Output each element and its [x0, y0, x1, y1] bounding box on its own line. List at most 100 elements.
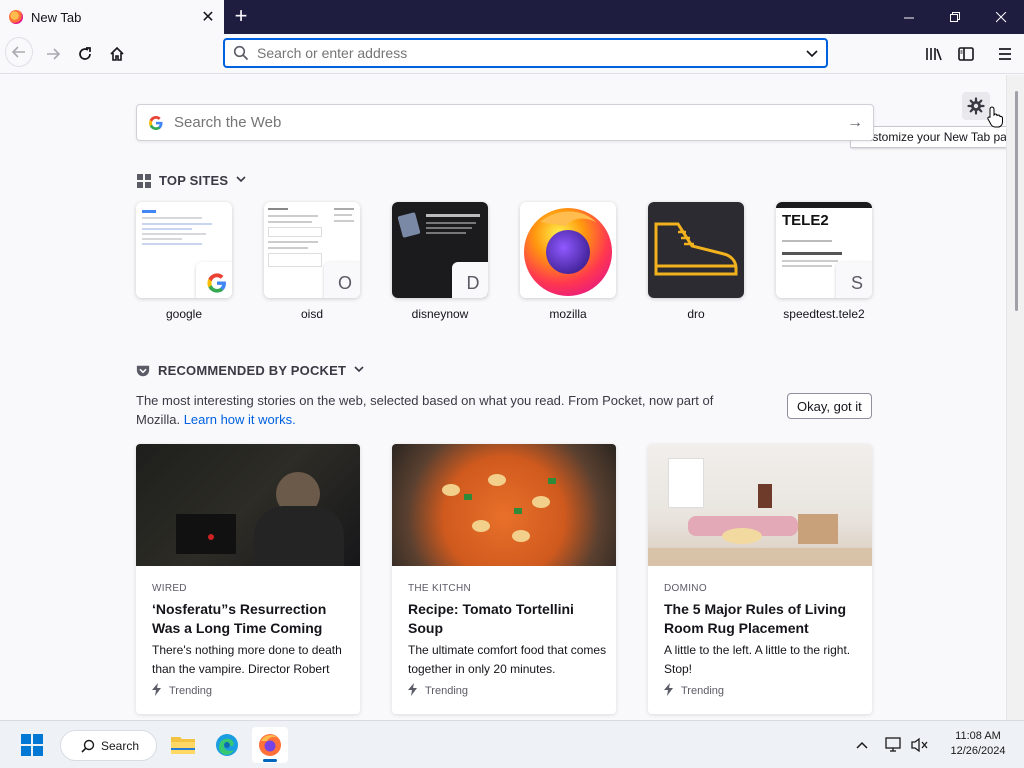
lightning-bolt-icon [152, 683, 161, 699]
clock-date: 12/26/2024 [950, 745, 1006, 757]
top-site-label: oisd [300, 307, 323, 321]
address-input[interactable] [257, 45, 797, 61]
taskbar-clock[interactable]: 11:08 AM 12/26/2024 [940, 729, 1016, 759]
trending-indicator: Trending [152, 683, 212, 699]
edge-browser-button[interactable] [209, 727, 245, 763]
windows-taskbar: Search 11:08 AM 12/26/2024 [0, 720, 1024, 768]
story-card[interactable]: WIRED ‘Nosferatu”s Resurrection Was a Lo… [136, 444, 360, 714]
story-excerpt: The ultimate comfort food that comes tog… [408, 643, 607, 676]
story-source: THE KITCHN [408, 583, 471, 594]
collapse-chevron-icon[interactable] [236, 174, 246, 187]
trending-indicator: Trending [664, 683, 724, 699]
learn-how-link[interactable]: Learn how it works. [184, 412, 296, 427]
top-site-tile[interactable]: mozilla [520, 202, 616, 321]
site-thumbnail: D [392, 202, 488, 298]
customize-button[interactable] [962, 92, 990, 120]
folder-icon [171, 737, 195, 754]
top-site-label: dro [687, 307, 705, 321]
tab-strip: New Tab ✕ + [0, 0, 1024, 34]
hamburger-menu-icon [999, 48, 1011, 60]
site-thumbnail [520, 202, 616, 298]
firefox-taskbar-button[interactable] [252, 727, 288, 763]
pocket-icon [136, 365, 150, 376]
edge-logo-icon [216, 734, 238, 756]
back-arrow-icon [11, 46, 25, 58]
story-headline: Recipe: Tomato Tortellini Soup [408, 601, 574, 636]
mouse-pointer-icon [987, 106, 1003, 133]
top-sites-header[interactable]: TOP SITES [137, 173, 246, 188]
scrollbar-thumb[interactable] [1015, 91, 1018, 311]
sidebar-icon [958, 47, 974, 61]
show-hidden-icons-button[interactable] [844, 727, 880, 763]
story-excerpt: A little to the left. A little to the ri… [664, 643, 851, 676]
forward-arrow-icon [47, 48, 61, 60]
firefox-logo-icon [524, 208, 612, 296]
trending-label: Trending [169, 685, 213, 697]
site-letter-badge: S [836, 262, 872, 298]
back-button[interactable] [5, 37, 33, 67]
boot-logo-icon [654, 222, 738, 276]
okay-got-it-button[interactable]: Okay, got it [787, 393, 872, 419]
site-thumbnail: TELE2 S [776, 202, 872, 298]
web-search-input[interactable] [174, 114, 824, 131]
library-icon [926, 48, 942, 61]
menu-button[interactable] [991, 40, 1019, 68]
search-icon [233, 45, 249, 61]
trending-label: Trending [681, 685, 725, 697]
top-site-tile[interactable]: dro [648, 202, 744, 321]
address-bar[interactable] [223, 38, 828, 68]
forward-button[interactable] [39, 40, 67, 68]
sidebar-button[interactable] [952, 40, 980, 68]
start-button[interactable] [14, 727, 50, 763]
tab-title: New Tab [31, 9, 82, 25]
chevron-down-icon[interactable] [804, 45, 820, 61]
search-submit-arrow-icon[interactable]: → [847, 114, 863, 132]
window-close-button[interactable] [978, 0, 1024, 34]
tab-close-icon[interactable]: ✕ [200, 9, 216, 26]
reload-icon [79, 47, 91, 60]
restore-icon [949, 11, 960, 22]
google-badge-icon [196, 262, 232, 298]
top-site-label: speedtest.tele2 [783, 307, 865, 321]
site-thumbnail: O [264, 202, 360, 298]
library-button[interactable] [920, 40, 948, 68]
site-letter-badge: O [324, 262, 360, 298]
minimize-button[interactable] [886, 0, 932, 34]
story-headline: The 5 Major Rules of Living Room Rug Pla… [664, 601, 847, 636]
story-card[interactable]: DOMINO The 5 Major Rules of Living Room … [648, 444, 872, 714]
top-site-tile[interactable]: O oisd [264, 202, 360, 321]
search-icon [81, 739, 95, 753]
pocket-title: RECOMMENDED BY POCKET [158, 363, 347, 378]
web-search-box[interactable]: → [136, 104, 874, 141]
story-image [392, 444, 616, 566]
story-source: DOMINO [664, 583, 707, 594]
top-site-tile[interactable]: D disneynow [392, 202, 488, 321]
network-icon [885, 737, 901, 752]
pocket-header[interactable]: RECOMMENDED BY POCKET [136, 363, 364, 378]
story-image [136, 444, 360, 566]
collapse-chevron-icon[interactable] [354, 364, 364, 377]
new-tab-button[interactable]: + [229, 5, 253, 29]
home-icon [110, 46, 124, 61]
top-site-tile[interactable]: google [136, 202, 232, 321]
site-letter-badge: D [452, 262, 488, 298]
tab-new-tab[interactable]: New Tab ✕ [0, 0, 224, 34]
lightning-bolt-icon [408, 683, 417, 699]
home-button[interactable] [103, 40, 131, 68]
top-site-label: google [165, 307, 203, 321]
vertical-scrollbar[interactable] [1006, 75, 1024, 720]
navigation-toolbar [0, 34, 1024, 74]
story-excerpt: There's nothing more done to death than … [152, 643, 342, 676]
minimize-icon [903, 17, 914, 18]
restore-button[interactable] [932, 0, 978, 34]
lightning-bolt-icon [664, 683, 673, 699]
taskbar-search-box[interactable]: Search [60, 730, 157, 761]
file-explorer-button[interactable] [165, 727, 201, 763]
top-site-tile[interactable]: TELE2 S speedtest.tele2 [776, 202, 872, 321]
story-card[interactable]: THE KITCHN Recipe: Tomato Tortellini Sou… [392, 444, 616, 714]
reload-button[interactable] [71, 40, 99, 68]
trending-label: Trending [425, 685, 469, 697]
taskbar-search-label: Search [101, 738, 140, 753]
top-sites-title: TOP SITES [159, 173, 229, 188]
volume-button[interactable] [902, 727, 938, 763]
